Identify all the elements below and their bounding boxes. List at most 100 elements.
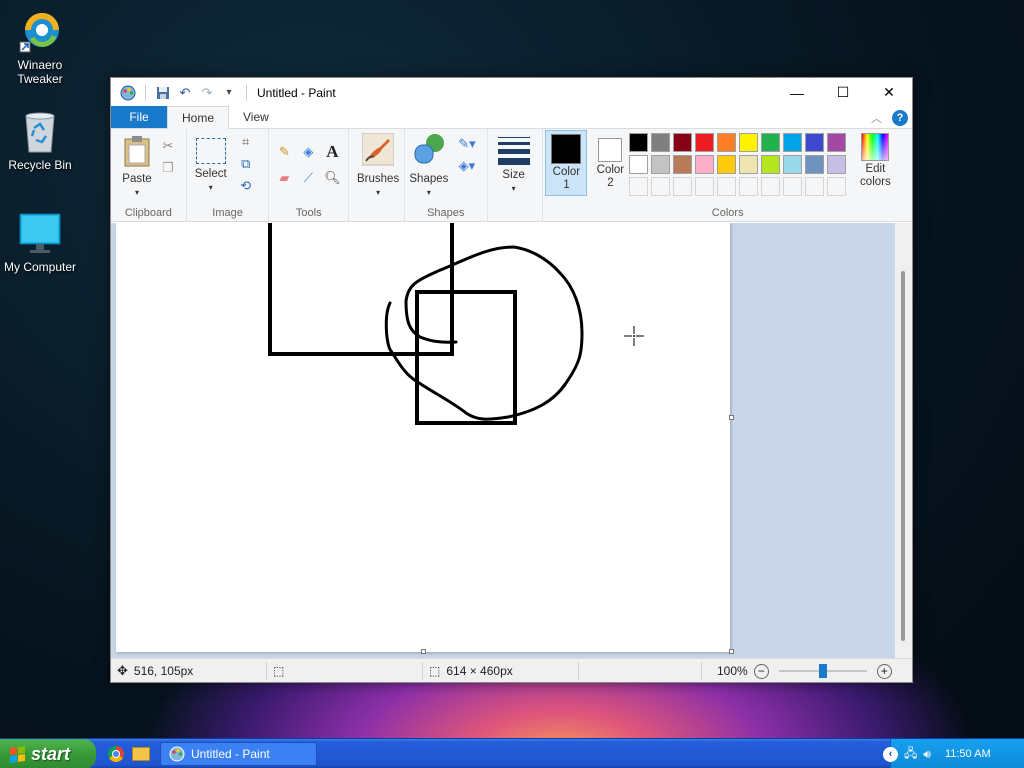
paint-app-icon [169,746,185,762]
start-label: start [31,743,71,764]
outline-icon[interactable]: ✎▾ [453,135,481,153]
custom-color-slot[interactable] [805,177,825,196]
palette-swatch[interactable] [651,155,671,174]
tab-home[interactable]: Home [167,106,230,129]
cut-icon[interactable]: ✂ [159,137,177,155]
custom-color-slot[interactable] [761,177,781,196]
palette-swatch[interactable] [739,155,759,174]
palette-swatch[interactable] [761,155,781,174]
tab-view[interactable]: View [229,106,283,128]
palette-swatch[interactable] [717,133,737,152]
palette-swatch[interactable] [717,155,737,174]
palette-swatch[interactable] [827,133,847,152]
resize-handle-bottom[interactable] [421,649,426,654]
select-label: Select [194,168,227,180]
rotate-icon[interactable]: ⟲ [237,177,255,195]
undo-icon[interactable]: ↶ [176,84,194,102]
palette-swatch[interactable] [629,155,649,174]
fill-icon[interactable]: ◈ [299,143,317,161]
taskbar-item-paint[interactable]: Untitled - Paint [160,742,317,766]
palette-swatch[interactable] [695,155,715,174]
resize-handle-right[interactable] [729,415,734,420]
palette-swatch[interactable] [827,155,847,174]
copy-icon[interactable]: ❐ [159,159,177,177]
palette-swatch[interactable] [651,133,671,152]
redo-icon[interactable]: ↷ [198,84,216,102]
palette-swatch[interactable] [629,133,649,152]
custom-color-slot[interactable] [673,177,693,196]
zoom-out-button[interactable]: − [753,663,769,679]
pencil-icon[interactable]: ✎ [275,143,293,161]
palette-swatch[interactable] [673,155,693,174]
maximize-button[interactable]: ☐ [820,78,866,107]
chrome-icon[interactable] [108,746,124,762]
minimize-button[interactable]: — [774,78,820,107]
custom-color-slot[interactable] [695,177,715,196]
palette-swatch[interactable] [783,133,803,152]
help-icon[interactable]: ? [892,110,908,126]
desktop-icon-my-computer[interactable]: My Computer [0,212,80,274]
tab-file[interactable]: File [111,106,167,128]
scrollbar-thumb[interactable] [901,271,905,641]
color-picker-icon[interactable]: ⟋ [299,169,317,187]
eraser-icon[interactable]: ▰ [275,169,293,187]
custom-color-slot[interactable] [827,177,847,196]
minimize-ribbon-icon[interactable]: ︿ [871,110,882,126]
desktop-icon-winaero-tweaker[interactable]: Winaero Tweaker [0,10,80,86]
rectangle-select-icon [195,138,226,164]
move-cursor-icon: ✥ [117,663,128,678]
customize-quick-access-icon[interactable]: ▾ [220,84,238,102]
window-title: Untitled - Paint [257,85,336,100]
edit-colors-button[interactable]: Edit colors [851,133,899,189]
canvas-workarea[interactable] [111,223,903,659]
system-tray: ‹ 🖧︎ 🔊︎ 11:50 AM [883,739,1024,768]
palette-swatch[interactable] [739,133,759,152]
zoom-slider-thumb[interactable] [818,664,827,678]
volume-icon[interactable]: 🔊︎ [923,747,931,762]
shape-fill-icon[interactable]: ◈▾ [453,157,481,175]
start-button[interactable]: start [0,739,96,768]
custom-color-slot[interactable] [651,177,671,196]
file-explorer-icon[interactable] [132,747,150,761]
color2-button[interactable]: Color 2 [589,130,631,196]
zoom-slider[interactable] [778,664,867,678]
color1-button[interactable]: Color 1 [545,130,588,196]
color2-label: Color 2 [596,164,625,189]
clock[interactable]: 11:50 AM [945,748,991,760]
palette-swatch[interactable] [761,133,781,152]
title-bar[interactable]: ↶ ↷ ▾ Untitled - Paint — ☐ ✕ [111,78,912,107]
palette-swatch[interactable] [695,133,715,152]
custom-color-slot[interactable] [717,177,737,196]
custom-color-slot[interactable] [739,177,759,196]
magnifier-icon[interactable]: 🔍︎ [323,169,341,187]
group-label: Shapes [427,207,465,219]
palette-swatch[interactable] [783,155,803,174]
text-icon[interactable]: A [323,142,341,161]
size-button[interactable]: Size ▾ [494,135,534,195]
resize-handle-corner[interactable] [729,649,734,654]
resize-icon[interactable]: ⧉ [237,155,255,173]
custom-color-slot[interactable] [783,177,803,196]
shapes-button[interactable]: Shapes ▾ [407,133,451,199]
paste-button[interactable]: Paste ▾ [119,135,155,199]
status-bar: ✥ 516, 105px ⬚ ⬚ 614 × 460px 100% − + [111,658,912,682]
palette-swatch[interactable] [673,133,693,152]
crop-icon[interactable]: ⌗ [237,133,255,151]
vertical-scrollbar[interactable] [895,223,912,659]
show-hidden-icons-button[interactable]: ‹ [883,746,898,762]
zoom-in-button[interactable]: + [876,663,892,679]
brushes-button[interactable]: Brushes ▾ [353,132,403,199]
close-button[interactable]: ✕ [866,78,912,107]
select-button[interactable]: Select ▾ [193,135,229,194]
drawing-canvas[interactable] [116,223,730,652]
network-icon[interactable]: 🖧︎ [904,744,917,765]
custom-color-slot[interactable] [629,177,649,196]
save-icon[interactable] [154,84,172,102]
palette-swatch[interactable] [805,133,825,152]
desktop-icon-recycle-bin[interactable]: Recycle Bin [0,110,80,172]
paint-app-icon[interactable] [119,84,137,102]
windows-logo-icon [10,745,25,763]
palette-swatch[interactable] [805,155,825,174]
group-size: Size ▾ [488,129,544,221]
divider [578,662,579,680]
